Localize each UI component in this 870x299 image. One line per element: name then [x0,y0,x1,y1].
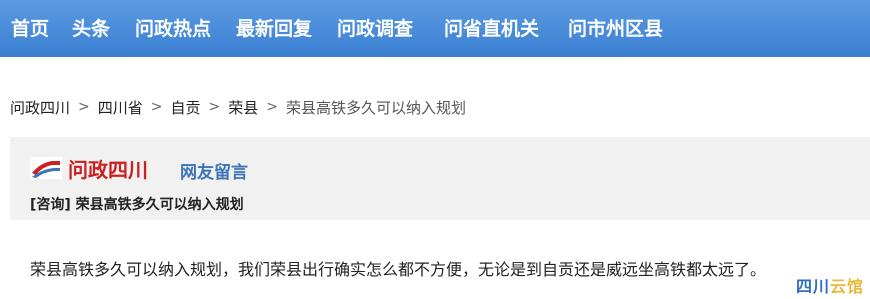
nav-item-latest-replies[interactable]: 最新回复 [236,14,312,41]
breadcrumb-separator: > [266,99,278,115]
breadcrumb: 问政四川 > 四川省 > 自贡 > 荣县 > 荣县高铁多久可以纳入规划 [10,95,466,119]
watermark-logo: 四川云馆 [796,273,864,297]
nav-item-surveys[interactable]: 问政调查 [337,14,413,41]
top-navigation: 首页 头条 问政热点 最新回复 问政调查 问省直机关 问市州区县 [0,0,870,57]
nav-item-provincial-agencies[interactable]: 问省直机关 [444,14,539,41]
brand-name[interactable]: 问政四川 [68,154,148,183]
nav-item-hot-topics[interactable]: 问政热点 [135,14,211,41]
nav-item-home[interactable]: 首页 [11,14,49,41]
watermark-part1: 四川 [795,277,830,296]
breadcrumb-separator: > [208,99,221,115]
breadcrumb-item-zigong[interactable]: 自贡 [171,97,201,118]
breadcrumb-current: 荣县高铁多久可以纳入规划 [286,98,467,117]
breadcrumb-separator: > [78,99,90,115]
wenzheng-logo-icon [30,157,62,179]
nav-item-city-districts[interactable]: 问市州区县 [568,14,663,41]
post-title: [咨询] 荣县高铁多久可以纳入规划 [30,197,244,213]
nav-item-headlines[interactable]: 头条 [72,14,110,41]
breadcrumb-separator: > [150,99,163,115]
breadcrumb-item-sichuan-province[interactable]: 四川省 [98,97,143,118]
section-label: 网友留言 [180,163,248,183]
breadcrumb-item-rongxian[interactable]: 荣县 [228,97,258,118]
post-body: 荣县高铁多久可以纳入规划，我们荣县出行确实怎么都不方便，无论是到自贡还是威远坐高… [30,260,767,279]
breadcrumb-item-wenzheng-sichuan[interactable]: 问政四川 [10,97,70,118]
message-card: 问政四川 网友留言 [咨询] 荣县高铁多久可以纳入规划 [10,137,870,220]
watermark-part2: 云馆 [829,277,864,296]
